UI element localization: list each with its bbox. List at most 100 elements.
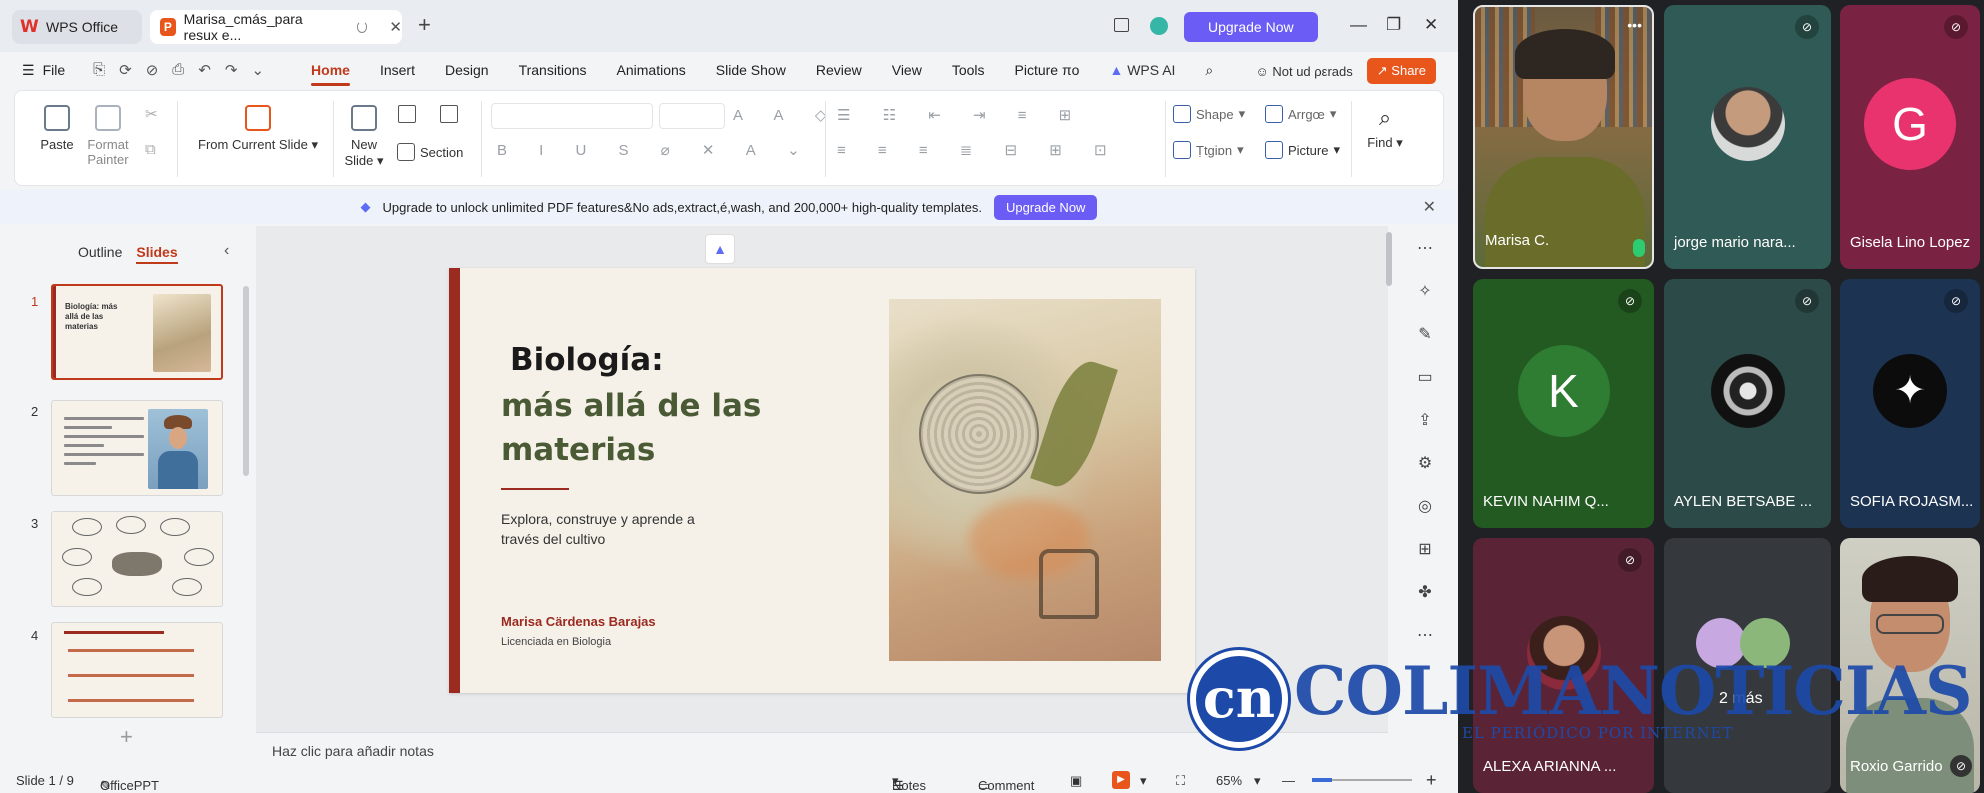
theme-icon[interactable]: ◎ — [1400, 496, 1450, 539]
cut-icon[interactable]: ✂ — [145, 105, 158, 123]
add-slide-icon[interactable]: + — [120, 724, 133, 750]
normal-view-icon[interactable]: ▣ — [1070, 773, 1082, 789]
arrange-button[interactable]: Arrɡœ ▾ — [1265, 105, 1336, 123]
editor-scrollbar[interactable] — [1386, 232, 1392, 286]
close-tab-icon[interactable]: ✕ — [389, 18, 402, 36]
face-shape — [169, 427, 187, 449]
thumb-text-lines — [64, 417, 144, 471]
settings-icon[interactable]: ⚙ — [1400, 453, 1450, 496]
pane-scrollbar[interactable] — [243, 286, 249, 476]
pdf-icon[interactable]: ⊘ — [146, 61, 159, 79]
tab-transitions[interactable]: Transitions — [504, 52, 602, 88]
slide-thumbnail-4[interactable] — [51, 622, 223, 718]
upgrade-now-button[interactable]: Upgrade Now — [1184, 12, 1318, 42]
file-menu[interactable]: ☰ File — [22, 62, 65, 79]
grid-icon[interactable]: ⊞ — [1400, 539, 1450, 582]
reset-icon[interactable] — [440, 105, 458, 123]
minimize-icon[interactable]: — — [1350, 16, 1367, 34]
participant-name: ALEXA ARIANNA ... — [1483, 758, 1617, 775]
tab-wps-ai[interactable]: ▲ WPS AI — [1094, 52, 1190, 88]
from-current-slide-button[interactable]: From Current Slide ▾ — [193, 105, 323, 153]
slide-thumbnail-1[interactable]: Biología: más allá de las materias — [51, 284, 223, 380]
new-tab-button[interactable]: + — [418, 14, 431, 36]
mic-off-icon: ⊘ — [1795, 15, 1819, 39]
account-avatar-icon[interactable] — [1150, 17, 1168, 35]
font-size-select[interactable] — [659, 103, 725, 129]
slide-thumbnail-2[interactable] — [51, 400, 223, 496]
avatar-initial: K — [1517, 345, 1610, 438]
pin-icon[interactable]: ⊘ — [1950, 755, 1972, 777]
tab-tools[interactable]: Tools — [937, 52, 1000, 88]
participant-tile-jorge[interactable]: ⊘ jorge mario nara... — [1664, 5, 1831, 269]
office-ppt-label: OfficePPT — [100, 778, 160, 793]
participant-tile-gisela[interactable]: ⊘ G Gisela Lino Lopez — [1840, 5, 1980, 269]
participant-tile-aylen[interactable]: ⊘ AYLEN BETSABE ... — [1664, 279, 1831, 528]
copy-icon[interactable]: ⧉ — [145, 141, 156, 158]
zoom-chevron-icon[interactable]: ▾ — [1254, 773, 1261, 789]
align-buttons[interactable]: ≡ ≡ ≡ ≣ ⊟ ⊞ ⊡ — [837, 141, 1121, 159]
customize-chevron-icon[interactable]: ⌄ — [251, 61, 264, 79]
window-layout-icon[interactable] — [1114, 18, 1129, 32]
play-slideshow-button[interactable]: ▶ — [1112, 771, 1130, 789]
new-slide-button[interactable]: New Slide ▾ — [341, 105, 387, 169]
share-button[interactable]: ↗ Share — [1366, 58, 1436, 84]
tab-home[interactable]: Home — [296, 52, 365, 88]
tab-picture[interactable]: Picture πo — [1000, 52, 1095, 88]
find-button[interactable]: ⌕ Find ▾ — [1363, 105, 1407, 151]
upload-status[interactable]: ☺ Not ud ρεrads — [1255, 64, 1352, 79]
participant-tile-sofia[interactable]: ⊘ ✦ SOFIA ROJASM... — [1840, 279, 1980, 528]
notes-toggle[interactable]: ☰ Notes ▾ — [892, 773, 926, 793]
more-icon[interactable]: ⋯ — [1400, 238, 1450, 281]
more-options-icon[interactable]: ••• — [1627, 17, 1642, 33]
undo-icon[interactable]: ↶ — [198, 61, 211, 79]
comment-panel-icon[interactable]: ▭ — [1400, 367, 1450, 410]
search-icon[interactable]: ⌕ — [1190, 52, 1228, 88]
tab-outline[interactable]: Outline — [78, 244, 122, 264]
zoom-level[interactable]: 65% — [1216, 773, 1242, 788]
tab-insert[interactable]: Insert — [365, 52, 430, 88]
slide-thumbnail-3[interactable] — [51, 511, 223, 607]
save-icon[interactable]: ⎘ — [93, 61, 105, 79]
zoom-out-icon[interactable]: — — [1282, 773, 1295, 788]
tab-animations[interactable]: Animations — [602, 52, 701, 88]
section-button[interactable]: Section — [397, 143, 463, 161]
current-slide[interactable]: Biología: más allá de las materias Explo… — [449, 268, 1195, 693]
close-window-icon[interactable]: ✕ — [1424, 16, 1438, 34]
list-buttons[interactable]: ☰ ☷ ⇤ ⇥ ≡ ⊞ — [837, 106, 1085, 124]
design-icon[interactable]: ✎ — [1400, 324, 1450, 367]
wps-ai-slide-icon[interactable]: ▲ — [705, 234, 735, 264]
zoom-slider[interactable] — [1312, 778, 1412, 782]
format-painter-button[interactable]: Format Painter — [85, 105, 131, 167]
zoom-in-icon[interactable]: + — [1426, 770, 1437, 791]
puzzle-icon[interactable]: ✤ — [1400, 582, 1450, 625]
tab-design[interactable]: Design — [430, 52, 504, 88]
restore-icon[interactable]: ❐ — [1386, 16, 1401, 34]
play-options-chevron-icon[interactable]: ▾ — [1140, 773, 1147, 789]
separator — [825, 101, 826, 177]
paste-button[interactable]: Paste — [37, 105, 77, 152]
text-format-buttons[interactable]: B I U S ⌀ ✕ A ⌄ — [497, 141, 814, 159]
tab-wps-office[interactable]: W WPS Office — [12, 10, 142, 44]
close-banner-icon[interactable]: ✕ — [1423, 197, 1436, 217]
redo-icon[interactable]: ↷ — [225, 61, 238, 79]
participant-tile-kevin[interactable]: ⊘ K KEVIN NAHIM Q... — [1473, 279, 1654, 528]
collapse-pane-icon[interactable]: ‹ — [224, 242, 229, 260]
animation-icon[interactable]: ✧ — [1400, 281, 1450, 324]
transition-icon[interactable]: ⇪ — [1400, 410, 1450, 453]
textbox-button[interactable]: Ṭtɡiɒn ▾ — [1173, 141, 1244, 159]
layout-icon[interactable] — [398, 105, 416, 123]
font-family-select[interactable] — [491, 103, 653, 129]
print-icon[interactable]: ⎙ — [172, 61, 184, 79]
banner-upgrade-button[interactable]: Upgrade Now — [993, 194, 1098, 220]
export-icon[interactable]: ⟳ — [119, 61, 132, 79]
tab-slides[interactable]: Slides — [136, 244, 178, 264]
tab-document[interactable]: P Marisa_cmás_para resux e... ✕ — [150, 10, 402, 44]
picture-button[interactable]: Picture ▾ — [1265, 141, 1340, 159]
participant-tile-marisa[interactable]: Marisa C. ••• — [1473, 5, 1654, 269]
slides-pane: Outline Slides ‹ 1 Biología: más allá de… — [0, 226, 254, 758]
fit-window-icon[interactable]: ⛶ — [1176, 773, 1185, 789]
tab-review[interactable]: Review — [801, 52, 877, 88]
tab-view[interactable]: View — [877, 52, 937, 88]
shape-button[interactable]: Shape ▾ — [1173, 105, 1245, 123]
tab-slide-show[interactable]: Slide Show — [701, 52, 801, 88]
